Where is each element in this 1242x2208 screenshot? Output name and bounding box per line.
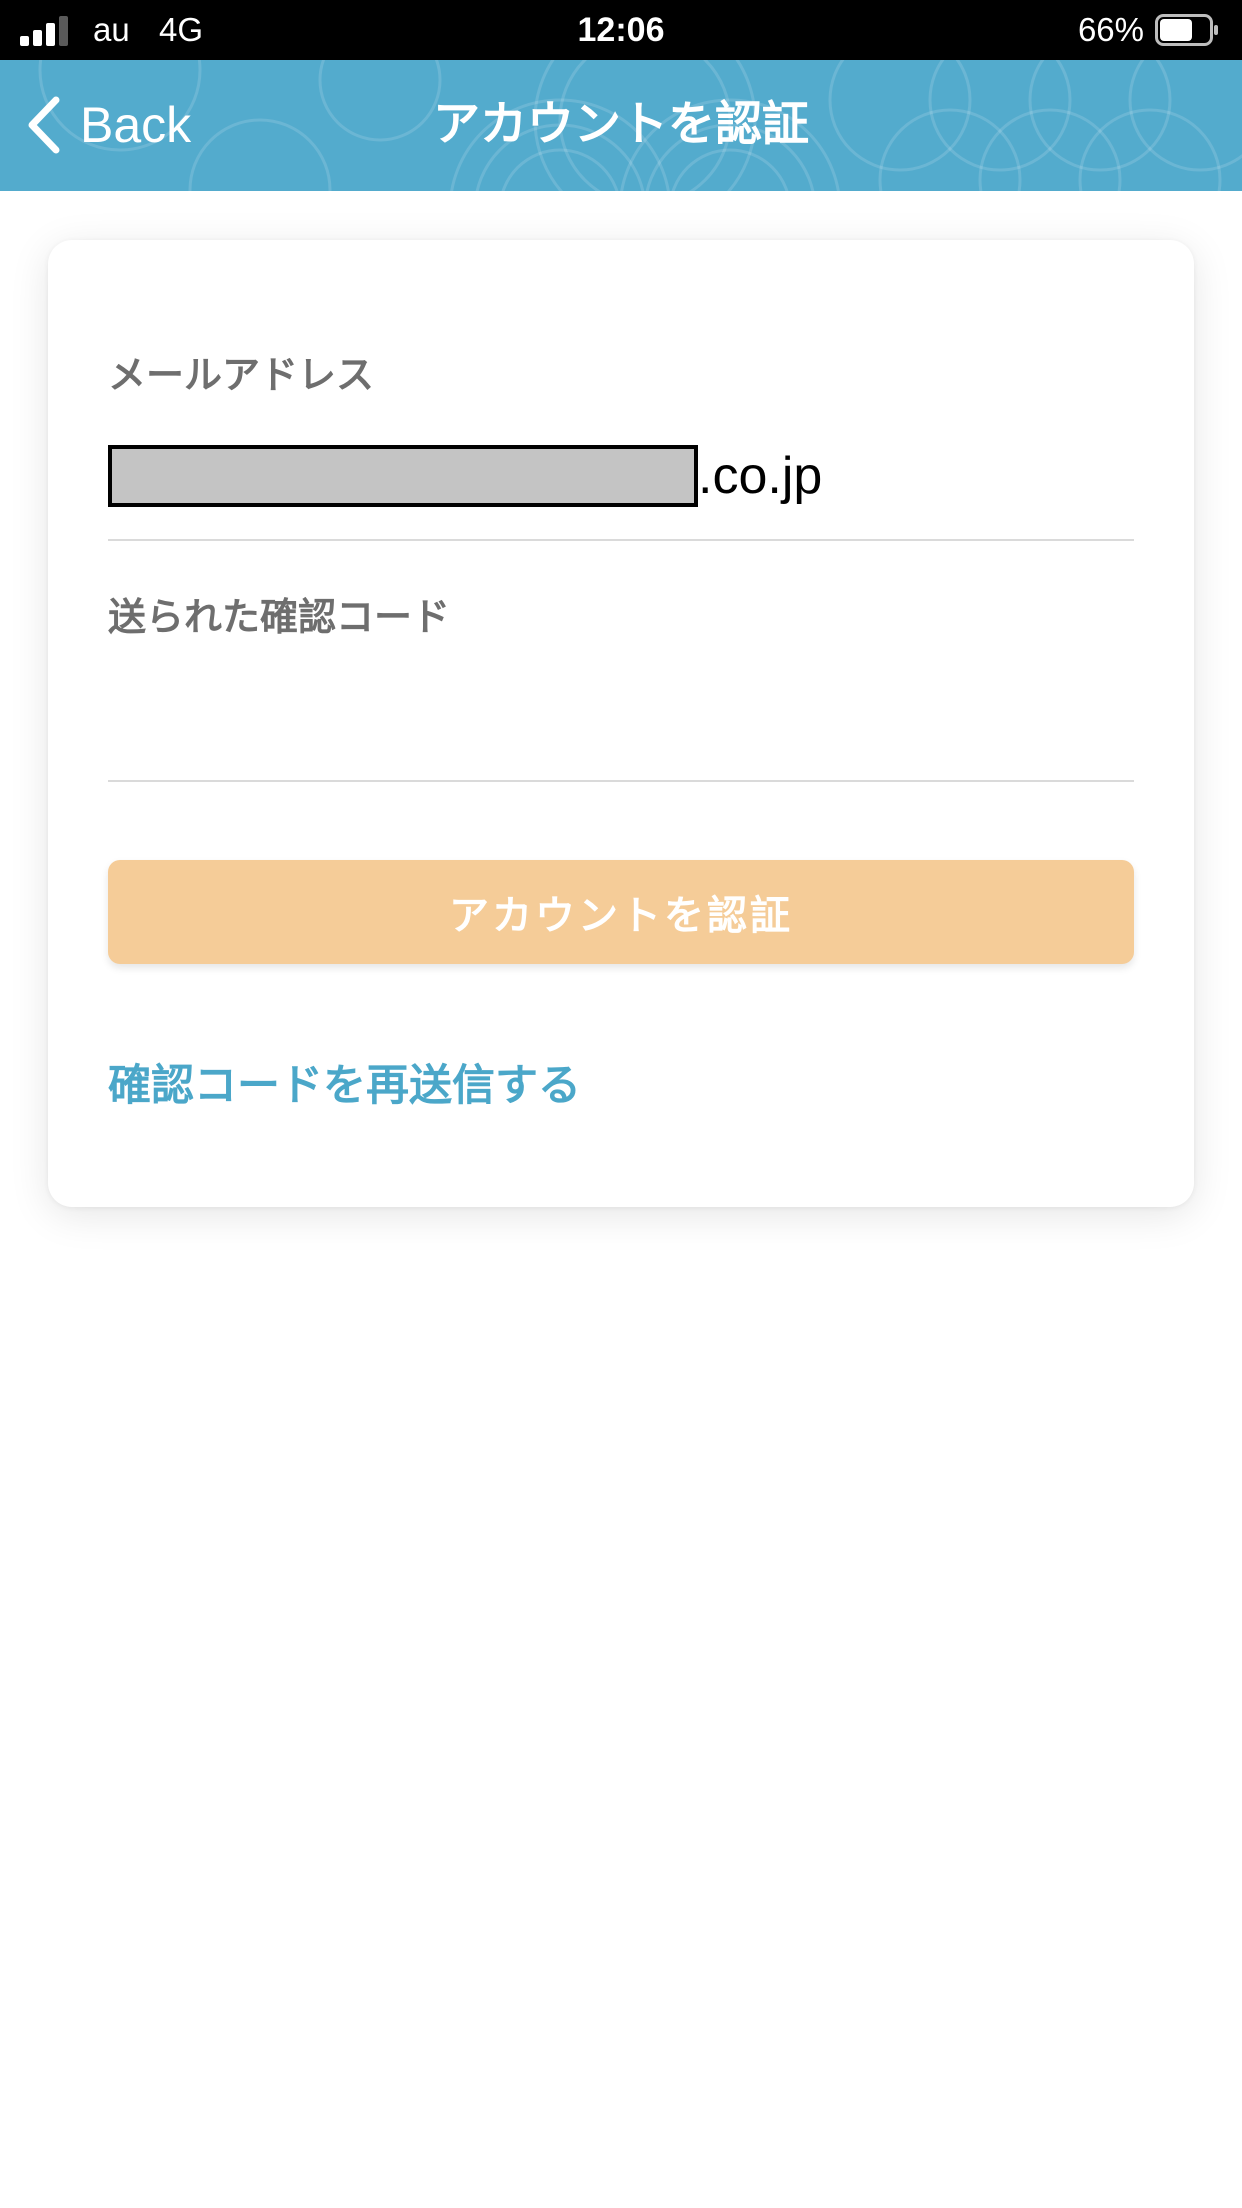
redacted-email-block [108, 445, 698, 507]
cellular-signal-icon [20, 16, 68, 46]
verify-account-button[interactable]: アカウントを認証 [108, 860, 1134, 964]
back-button[interactable]: Back [24, 90, 191, 160]
email-divider [108, 539, 1134, 541]
verification-card: メールアドレス .co.jp 送られた確認コード アカウントを認証 確認コードを… [48, 240, 1194, 1207]
battery-percent: 66% [1077, 11, 1144, 48]
email-domain-suffix: .co.jp [698, 447, 823, 505]
chevron-left-icon [28, 96, 60, 154]
verify-account-button-label: アカウントを認証 [449, 893, 793, 939]
battery-icon [1155, 14, 1218, 46]
network-type: 4G [159, 11, 204, 48]
verification-code-input[interactable] [108, 660, 1134, 760]
email-value: .co.jp [108, 442, 822, 510]
back-label: Back [80, 97, 192, 153]
resend-code-link[interactable]: 確認コードを再送信する [108, 1058, 581, 1114]
code-label: 送られた確認コード [108, 595, 451, 639]
status-bar: au 4G 12:06 66% [0, 0, 1242, 60]
page-title: アカウントを認証 [433, 97, 809, 152]
navigation-bar: Back アカウントを認証 [0, 60, 1242, 191]
email-label: メールアドレス [108, 353, 375, 397]
carrier-name: au [93, 11, 130, 48]
code-divider [108, 780, 1134, 782]
status-time: 12:06 [577, 11, 665, 49]
